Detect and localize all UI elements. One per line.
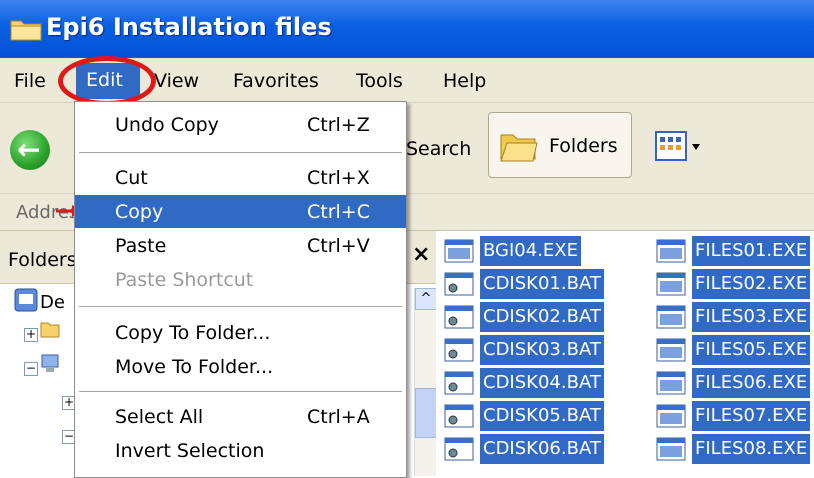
back-button[interactable]: ← bbox=[10, 130, 50, 170]
menu-item-paste-shortcut: Paste Shortcut bbox=[75, 263, 406, 296]
menu-item-shortcut: Ctrl+V bbox=[307, 235, 370, 257]
menu-item-cut[interactable]: Cut Ctrl+X bbox=[75, 161, 406, 194]
folders-button[interactable]: Folders bbox=[488, 112, 632, 178]
batch-file-icon bbox=[444, 338, 474, 362]
menu-item-select-all[interactable]: Select All Ctrl+A bbox=[75, 400, 406, 433]
menu-help[interactable]: Help bbox=[443, 70, 486, 92]
menu-item-label: Select All bbox=[115, 406, 204, 428]
menu-item-copy[interactable]: Copy Ctrl+C bbox=[75, 195, 406, 228]
menu-item-shortcut: Ctrl+Z bbox=[307, 114, 370, 136]
menu-separator bbox=[79, 152, 402, 153]
menu-item-shortcut: Ctrl+C bbox=[307, 201, 370, 223]
file-name: FILES07.EXE bbox=[692, 401, 811, 431]
file-name: CDISK03.BAT bbox=[480, 335, 604, 365]
tree-desktop-label[interactable]: De bbox=[40, 292, 65, 313]
folders-pane-close-button[interactable]: × bbox=[412, 242, 430, 267]
file-name: FILES06.EXE bbox=[692, 368, 811, 398]
file-name: CDISK01.BAT bbox=[480, 269, 604, 299]
batch-file-icon bbox=[444, 437, 474, 461]
exe-file-icon bbox=[656, 239, 686, 263]
batch-file-icon bbox=[444, 371, 474, 395]
back-arrow-icon: ← bbox=[17, 133, 41, 166]
exe-file-icon bbox=[656, 404, 686, 428]
file-name: CDISK06.BAT bbox=[480, 434, 604, 464]
menu-item-shortcut: Ctrl+X bbox=[307, 167, 370, 189]
folder-icon bbox=[10, 20, 42, 41]
exe-file-icon bbox=[656, 338, 686, 362]
menu-item-move-to-folder[interactable]: Move To Folder... bbox=[75, 350, 406, 383]
file-name: FILES08.EXE bbox=[692, 434, 811, 464]
computer-icon bbox=[41, 354, 59, 372]
menu-tools[interactable]: Tools bbox=[356, 70, 403, 92]
menu-item-undo-copy[interactable]: Undo Copy Ctrl+Z bbox=[75, 108, 406, 141]
exe-file-icon bbox=[656, 437, 686, 461]
file-name: FILES03.EXE bbox=[692, 302, 811, 332]
title-bar: Epi6 Installation files bbox=[0, 0, 814, 58]
file-name: BGI04.EXE bbox=[480, 236, 581, 266]
folder-icon bbox=[40, 322, 60, 338]
tree-scrollbar[interactable]: ^ bbox=[414, 288, 437, 476]
menu-separator bbox=[79, 391, 402, 392]
menu-view[interactable]: View bbox=[154, 70, 199, 92]
menu-item-label: Cut bbox=[115, 167, 148, 189]
menu-item-copy-to-folder[interactable]: Copy To Folder... bbox=[75, 316, 406, 349]
batch-file-icon bbox=[444, 404, 474, 428]
desktop-icon bbox=[14, 288, 38, 312]
scroll-thumb[interactable] bbox=[415, 388, 437, 438]
folders-label: Folders bbox=[549, 135, 618, 157]
exe-file-icon bbox=[656, 371, 686, 395]
folders-pane-title: Folders bbox=[8, 249, 77, 271]
annotation-circle bbox=[58, 56, 156, 106]
file-name: FILES02.EXE bbox=[692, 269, 811, 299]
batch-file-icon bbox=[444, 305, 474, 329]
exe-file-icon bbox=[656, 272, 686, 296]
file-name: FILES05.EXE bbox=[692, 335, 811, 365]
scroll-up-arrow-icon[interactable]: ^ bbox=[415, 288, 437, 310]
menu-item-label: Invert Selection bbox=[115, 440, 265, 462]
menu-item-paste[interactable]: Paste Ctrl+V bbox=[75, 229, 406, 262]
edit-menu: Undo Copy Ctrl+Z Cut Ctrl+X Copy Ctrl+C … bbox=[74, 101, 407, 478]
menu-item-label: Copy To Folder... bbox=[115, 322, 271, 344]
menu-item-shortcut: Ctrl+A bbox=[307, 406, 370, 428]
file-name: CDISK02.BAT bbox=[480, 302, 604, 332]
menu-item-label: Move To Folder... bbox=[115, 356, 274, 378]
views-icon[interactable] bbox=[654, 128, 704, 164]
file-name: FILES01.EXE bbox=[692, 236, 811, 266]
file-name: CDISK05.BAT bbox=[480, 401, 604, 431]
menu-item-label: Undo Copy bbox=[115, 114, 219, 136]
menu-item-label: Paste bbox=[115, 235, 167, 257]
menu-item-label: Paste Shortcut bbox=[115, 269, 254, 291]
tree-expand-toggle[interactable]: + bbox=[24, 328, 38, 342]
menu-item-invert-selection[interactable]: Invert Selection bbox=[75, 434, 406, 467]
menu-file[interactable]: File bbox=[14, 70, 46, 92]
tree-collapse-toggle[interactable]: − bbox=[24, 362, 38, 376]
batch-file-icon bbox=[444, 272, 474, 296]
exe-file-icon bbox=[656, 305, 686, 329]
menu-favorites[interactable]: Favorites bbox=[233, 70, 319, 92]
menu-separator bbox=[79, 306, 402, 307]
folders-icon bbox=[500, 134, 538, 162]
search-button[interactable]: Search bbox=[406, 138, 471, 160]
menu-item-label: Copy bbox=[115, 201, 164, 223]
window-title: Epi6 Installation files bbox=[46, 13, 332, 41]
exe-file-icon bbox=[444, 239, 474, 263]
file-name: CDISK04.BAT bbox=[480, 368, 604, 398]
